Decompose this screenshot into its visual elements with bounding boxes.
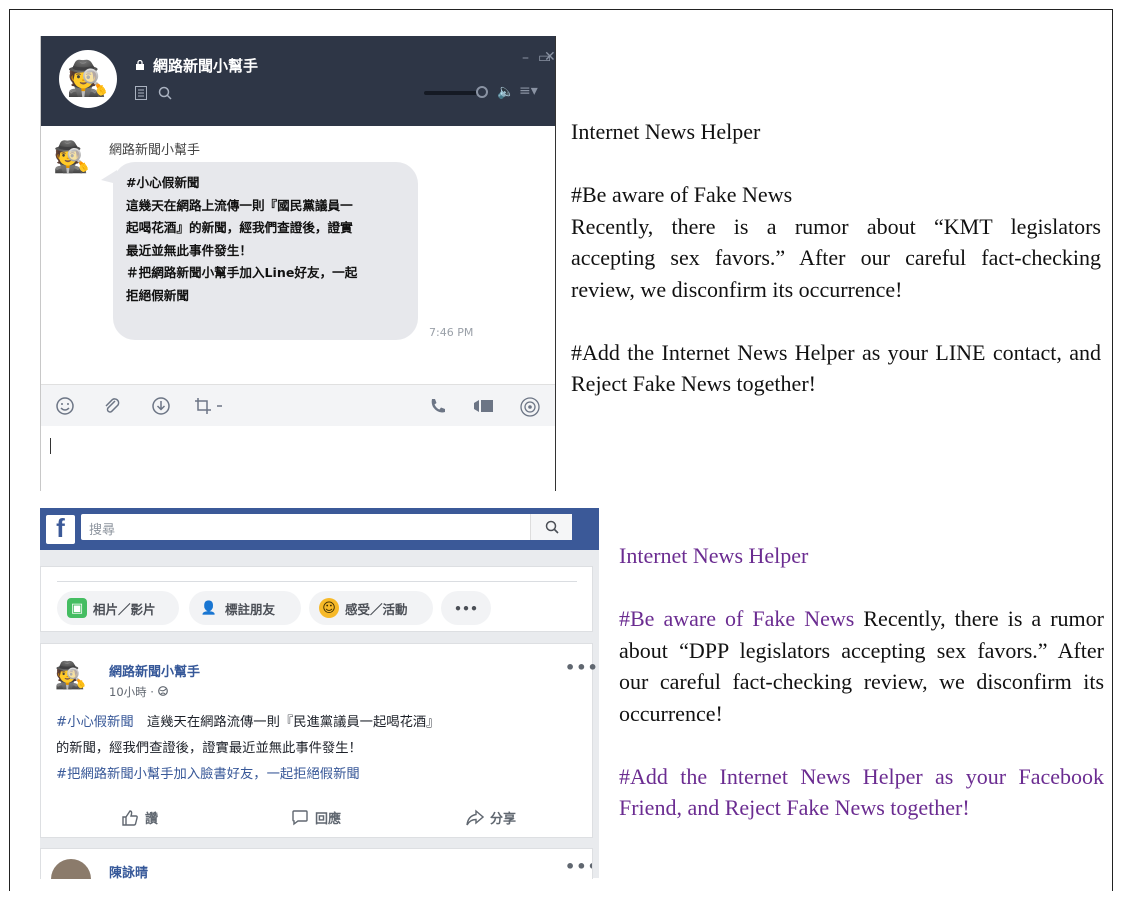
minimize-button[interactable]: – [522,50,529,66]
facebook-logo-icon[interactable]: f [46,515,75,544]
volume-slider[interactable] [424,91,482,95]
post-actions: 讚 回應 分享 [41,804,592,836]
comment-button[interactable]: 回應 [291,808,341,827]
post-body: #小心假新聞 這幾天在網路流傳一則『民進黨議員一起喝花酒』 的新聞，經我們查證後… [56,710,586,788]
post-author[interactable]: 網路新聞小幫手 [109,661,200,680]
line-header: 🕵 網路新聞小幫手 – ▭ ✕ 🔈 ≡▾ [41,36,556,126]
globe-icon [157,686,168,696]
lock-icon [136,60,144,70]
divider [57,581,577,582]
search-button[interactable] [530,514,572,540]
facebook-feed: f 搜尋 ▣ 相片／影片 👤 標註朋友 ☺ 感受／活動 ••• 🕵 網路新聞小幫… [40,508,599,879]
post-time[interactable]: 10小時 · [109,684,168,700]
attachment-icon[interactable] [102,396,122,416]
search-placeholder: 搜尋 [89,523,116,538]
post-author[interactable]: 陳詠晴 [109,862,148,879]
translation-tag: #Be aware of Fake News [619,606,855,631]
post-text: 這幾天在網路流傳一則『民進黨議員一起喝花酒』 [133,715,440,730]
message-line: 起喝花酒』的新聞，經我們查證後，證實 [126,220,353,235]
post-avatar[interactable]: 🕵 [51,656,91,696]
fb-header: f 搜尋 [40,508,599,550]
chat-title: 網路新聞小幫手 [153,57,259,75]
emoji-icon[interactable] [55,396,75,416]
bot-avatar[interactable]: 🕵 [59,50,117,108]
line-translation: Internet News Helper #Be aware of Fake N… [571,116,1101,400]
hashtag-link[interactable]: #小心假新聞 [56,715,134,730]
phone-icon[interactable] [428,396,448,416]
sender-avatar[interactable]: 🕵 [49,134,95,180]
share-button[interactable]: 分享 [466,808,516,827]
comment-icon [292,809,308,825]
message-text: #小心假新聞這幾天在網路上流傳一則『國民黨議員一 起喝花酒』的新聞，經我們查證後，… [126,172,416,307]
translation-heading: Internet News Helper [619,543,809,568]
button-label: 標註朋友 [225,601,276,617]
sender-name: 網路新聞小幫手 [109,143,201,158]
like-icon [122,809,138,826]
share-icon [466,808,484,825]
close-button[interactable]: ✕ [544,49,556,65]
message-line: #小心假新聞 [126,175,200,190]
translation-closing: #Add the Internet News Helper as your LI… [571,339,1101,397]
like-label: 讚 [145,812,159,827]
feeling-icon: ☺ [319,598,339,618]
speaker-icon[interactable]: 🔈 [497,84,514,100]
search-input[interactable]: 搜尋 [81,514,570,540]
post-options-button[interactable]: ••• [565,857,592,876]
post-line: 的新聞，經我們查證後，證實最近並無此事件發生！ [56,741,362,756]
button-label: 相片／影片 [93,601,156,617]
note-icon[interactable] [135,86,147,100]
tag-friends-button[interactable]: 👤 標註朋友 [189,591,301,625]
share-label: 分享 [490,812,517,827]
download-icon[interactable] [151,396,171,416]
comment-label: 回應 [315,812,342,827]
post-options-button[interactable]: ••• [565,658,599,677]
translation-heading: Internet News Helper [571,119,761,144]
video-icon[interactable] [473,396,495,416]
text-cursor [50,438,51,454]
message-line: 拒絕假新聞 [126,287,189,303]
photo-icon: ▣ [67,598,87,618]
post-line: #小心假新聞 這幾天在網路流傳一則『民進黨議員一起喝花酒』 [56,710,586,736]
menu-icon[interactable]: ≡▾ [519,83,538,99]
feeling-activity-button[interactable]: ☺ 感受／活動 [309,591,433,625]
facebook-translation: Internet News Helper #Be aware of Fake N… [619,540,1104,824]
chat-area: 🕵 網路新聞小幫手 #小心假新聞這幾天在網路上流傳一則『國民黨議員一 起喝花酒』的… [41,126,556,384]
translation-closing: #Add the Internet News Helper as your Fa… [619,763,1104,821]
message-line: 最近並無此事件發生！ [126,242,252,258]
message-time: 7:46 PM [429,326,474,339]
chat-toolbar [41,384,556,428]
message-line: 這幾天在網路上流傳一則『國民黨議員一 [126,197,353,213]
more-options-button[interactable]: ••• [441,591,491,625]
message-line: ＃把網路新聞小幫手加入Line好友，一起 [126,265,358,280]
translation-paragraph: Recently, there is a rumor about “KMT le… [571,213,1101,302]
broadcast-icon[interactable] [519,396,541,418]
crop-icon[interactable] [193,396,227,416]
post: 🕵 網路新聞小幫手 10小時 · ••• #小心假新聞 這幾天在網路流傳一則『民… [40,643,598,838]
translation-paragraph: #Be aware of Fake News Recently, there i… [619,603,1104,729]
post: 陳詠晴 ••• [40,848,593,879]
like-button[interactable]: 讚 [121,808,158,827]
line-window-border [555,36,556,491]
message-input[interactable] [41,426,556,491]
tag-friend-icon: 👤 [200,600,218,616]
post-time-text: 10小時 · [109,685,158,699]
search-icon[interactable] [158,86,172,100]
volume-knob[interactable] [476,86,488,98]
translation-tag: #Be aware of Fake News [571,182,793,207]
hashtag-link[interactable]: #把網路新聞小幫手加入臉書好友，一起拒絕假新聞 [56,762,586,788]
line-chat-window: 🕵 網路新聞小幫手 – ▭ ✕ 🔈 ≡▾ 🕵 網路新聞小幫手 #小心假新聞這幾天… [40,36,556,491]
composer: ▣ 相片／影片 👤 標註朋友 ☺ 感受／活動 ••• [40,566,593,632]
search-icon [545,520,559,534]
photo-video-button[interactable]: ▣ 相片／影片 [57,591,179,625]
button-label: 感受／活動 [345,601,408,617]
post-avatar[interactable] [51,859,91,879]
